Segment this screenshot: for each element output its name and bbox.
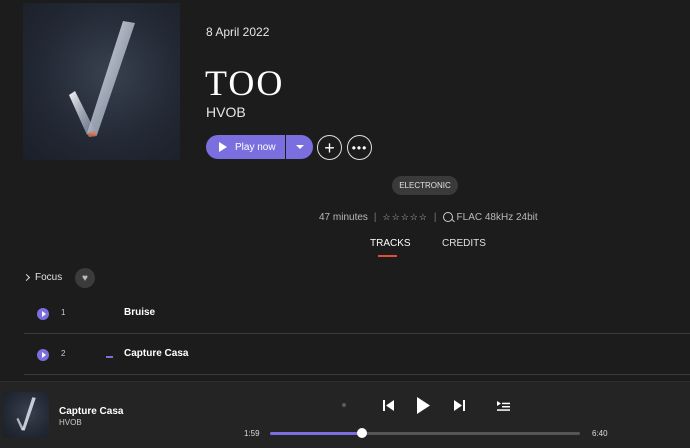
quality-icon [442, 212, 453, 222]
active-tab-indicator [378, 255, 397, 257]
queue-icon[interactable] [497, 400, 510, 411]
chevron-down-icon [295, 145, 304, 149]
checkmark-artwork [69, 21, 135, 137]
next-icon[interactable] [454, 400, 465, 411]
play-now-button[interactable]: Play now [206, 135, 285, 159]
play-options-dropdown[interactable] [286, 135, 313, 159]
more-icon: ••• [351, 140, 368, 155]
separator: | [433, 211, 437, 223]
progress-fill [270, 432, 362, 435]
album-cover[interactable] [23, 3, 180, 160]
now-playing-indicator [106, 356, 113, 358]
progress-handle[interactable] [357, 428, 367, 438]
track-name: Bruise [124, 307, 156, 318]
favorite-button[interactable]: ♥ [75, 268, 95, 288]
audio-quality: FLAC 48kHz 24bit [456, 211, 538, 223]
track-play-icon[interactable] [37, 308, 49, 320]
star-icon[interactable]: ☆ [410, 212, 419, 222]
status-dot [342, 403, 346, 407]
total-time: 6:40 [592, 429, 608, 438]
track-play-icon[interactable] [37, 349, 49, 361]
album-title: TOO [205, 63, 285, 103]
chevron-right-icon [22, 273, 31, 282]
previous-icon[interactable] [383, 400, 394, 411]
track-row[interactable]: 1 Bruise [24, 294, 690, 334]
tab-tracks[interactable]: TRACKS [370, 238, 411, 249]
track-name: Capture Casa [124, 348, 189, 359]
add-to-library-button[interactable]: + [317, 135, 342, 160]
focus-toggle[interactable]: Focus [22, 272, 63, 283]
more-options-button[interactable]: ••• [347, 135, 372, 160]
play-icon [219, 142, 227, 152]
player-cover[interactable] [3, 392, 49, 438]
release-date: 8 April 2022 [206, 25, 270, 39]
play-now-label: Play now [235, 141, 276, 153]
star-icon[interactable]: ☆ [419, 212, 428, 222]
separator: | [373, 211, 377, 223]
genre-tag[interactable]: ELECTRONIC [392, 176, 458, 195]
player-track-artist[interactable]: HVOB [59, 418, 82, 427]
track-number: 2 [61, 349, 66, 358]
plus-icon: + [324, 137, 335, 158]
track-row[interactable]: 2 Capture Casa [24, 335, 690, 375]
album-duration: 47 minutes [319, 211, 368, 223]
focus-label: Focus [35, 272, 63, 283]
album-meta: 47 minutes | ☆☆☆☆☆ | FLAC 48kHz 24bit [319, 210, 538, 224]
play-icon[interactable] [417, 397, 430, 414]
player-track-title[interactable]: Capture Casa [59, 406, 123, 417]
star-icon[interactable]: ☆ [401, 212, 410, 222]
album-artist[interactable]: HVOB [206, 104, 246, 120]
track-number: 1 [61, 308, 66, 317]
heart-icon: ♥ [82, 272, 88, 284]
checkmark-artwork [16, 397, 36, 431]
play-button-group: Play now [206, 135, 313, 159]
tab-credits[interactable]: CREDITS [442, 238, 486, 249]
star-icon[interactable]: ☆ [392, 212, 401, 222]
star-icon[interactable]: ☆ [383, 212, 392, 222]
current-time: 1:59 [244, 429, 260, 438]
rating-stars[interactable]: ☆☆☆☆☆ [383, 212, 428, 223]
